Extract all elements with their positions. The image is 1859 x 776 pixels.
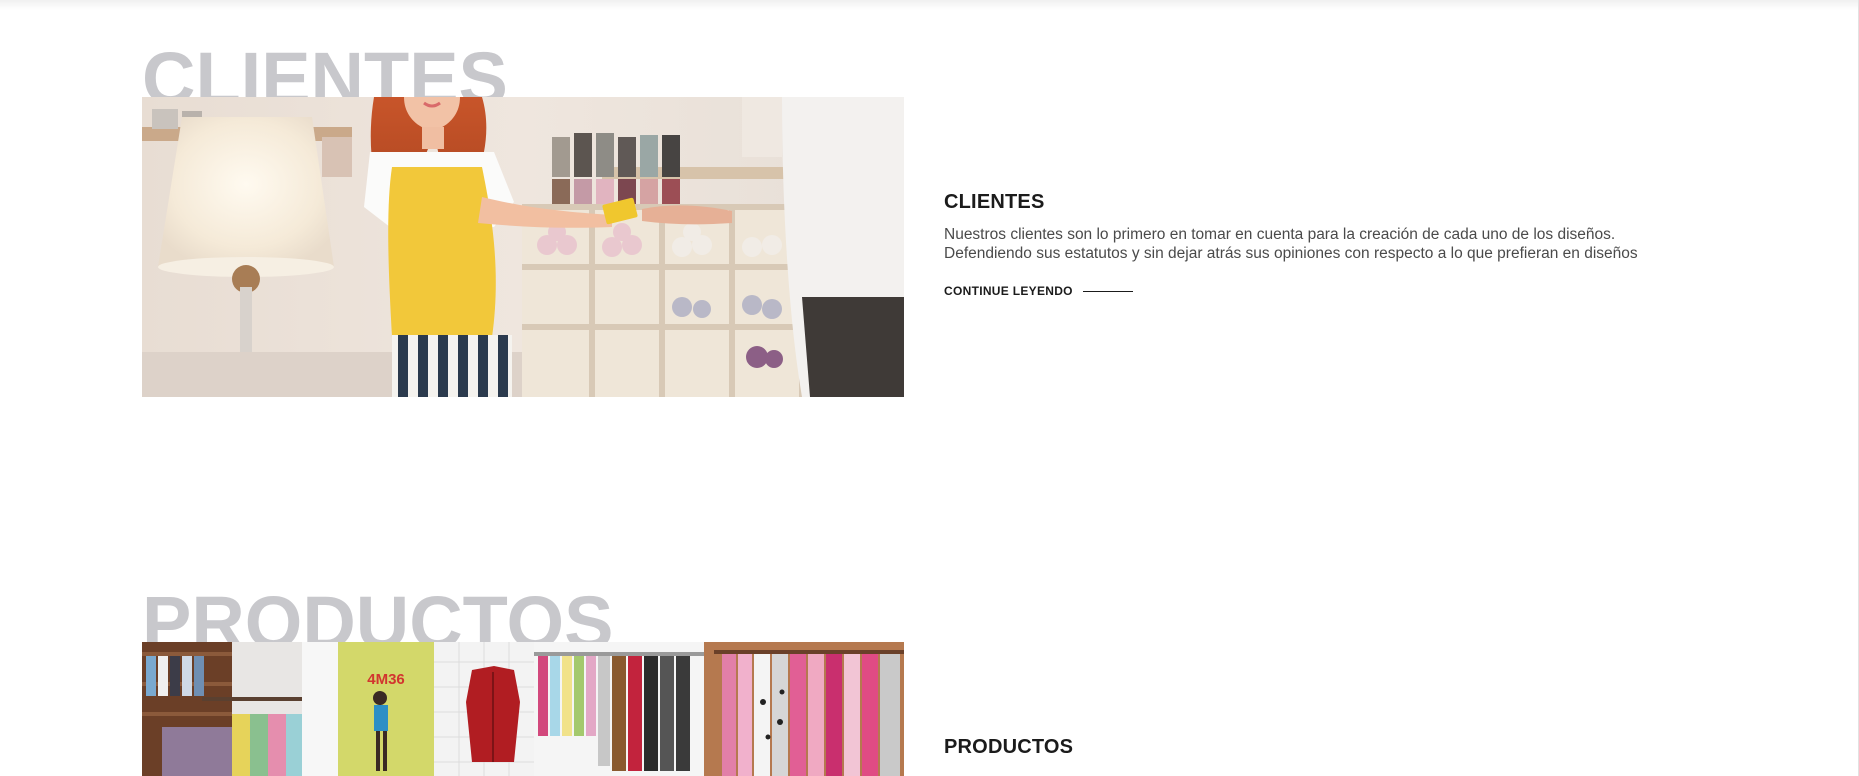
description-line: Defendiendo sus estatutos y sin dejar at… bbox=[944, 244, 1638, 262]
header-shadow bbox=[0, 0, 1859, 10]
section-heading: CLIENTES bbox=[944, 191, 1045, 213]
continue-reading-link[interactable]: CONTINUE LEYENDO bbox=[944, 284, 1133, 298]
productos-text: PRODUCTOS bbox=[944, 736, 1764, 759]
clientes-text: CLIENTES Nuestros clientes son lo primer… bbox=[944, 191, 1764, 300]
poster-text: 4M36 bbox=[367, 671, 405, 688]
clientes-photo bbox=[142, 97, 904, 397]
description-line: Nuestros clientes son lo primero en toma… bbox=[944, 226, 1616, 243]
section-heading: PRODUCTOS bbox=[944, 736, 1074, 758]
section-description: Nuestros clientes son lo primero en toma… bbox=[944, 226, 1764, 263]
continue-reading-label: CONTINUE LEYENDO bbox=[944, 284, 1073, 298]
arrow-line-icon bbox=[1082, 290, 1133, 292]
productos-photo: 4M36 bbox=[142, 642, 904, 776]
